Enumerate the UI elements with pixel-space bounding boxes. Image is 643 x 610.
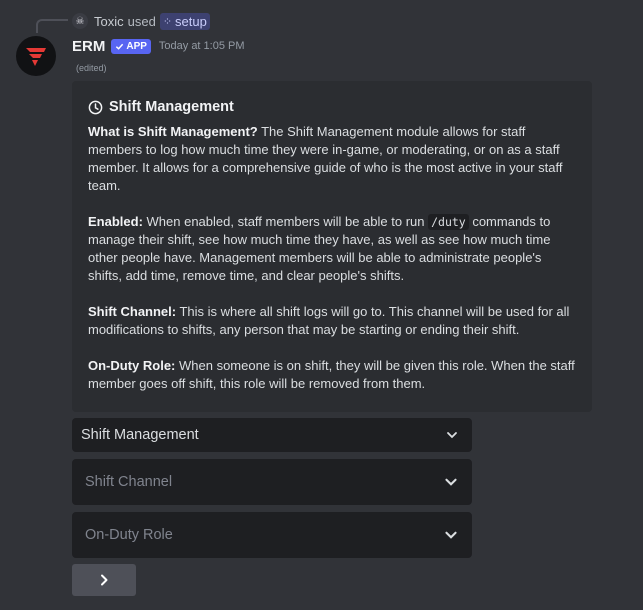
reply-connector xyxy=(36,19,68,33)
shift-channel-select[interactable]: Shift Channel xyxy=(72,459,472,505)
section-label: On-Duty Role: xyxy=(88,358,176,373)
duty-command-code: /duty xyxy=(428,214,469,230)
clock-icon xyxy=(88,100,103,114)
embed-description: What is Shift Management? The Shift Mana… xyxy=(88,123,576,393)
section-shift-channel: Shift Channel: This is where all shift l… xyxy=(88,303,576,339)
shift-channel-placeholder: Shift Channel xyxy=(85,474,173,490)
chevron-down-icon xyxy=(443,474,459,490)
section-text: When enabled, staff members will be able… xyxy=(142,214,429,229)
discord-message-view: ☠ Toxic used ⁘ setup ERM APP Today at 1:… xyxy=(0,0,643,610)
section-on-duty-role: On-Duty Role: When someone is on shift, … xyxy=(88,357,576,393)
reply-context[interactable]: ☠ Toxic used ⁘ setup xyxy=(72,11,210,31)
verified-check-icon xyxy=(116,43,124,50)
section-label: What is Shift Management? xyxy=(88,124,258,139)
command-icon: ⁘ xyxy=(162,15,173,28)
message-timestamp[interactable]: Today at 1:05 PM xyxy=(159,40,245,52)
chevron-down-icon xyxy=(443,527,459,543)
slash-command-name: setup xyxy=(175,13,207,29)
reply-user-avatar[interactable]: ☠ xyxy=(72,13,88,29)
app-badge: APP xyxy=(111,38,151,54)
message-header: ERM APP Today at 1:05 PM xyxy=(72,36,245,56)
author-username[interactable]: ERM xyxy=(72,38,105,55)
on-duty-role-select[interactable]: On-Duty Role xyxy=(72,512,472,558)
author-avatar[interactable] xyxy=(16,36,56,76)
reply-username[interactable]: Toxic xyxy=(94,14,124,29)
section-label: Enabled: xyxy=(88,214,143,229)
app-badge-label: APP xyxy=(126,40,147,52)
slash-command-chip[interactable]: ⁘ setup xyxy=(159,12,210,30)
section-label: Shift Channel: xyxy=(88,304,177,319)
embed-card: Shift Management What is Shift Managemen… xyxy=(72,81,592,412)
erm-logo-icon xyxy=(26,48,46,66)
next-button[interactable] xyxy=(72,564,136,596)
module-select-value: Shift Management xyxy=(81,427,199,443)
on-duty-role-placeholder: On-Duty Role xyxy=(85,527,173,543)
edited-indicator: (edited) xyxy=(76,63,107,73)
chevron-down-icon xyxy=(445,428,459,442)
module-select[interactable]: Shift Management xyxy=(72,418,472,452)
embed-title-text: Shift Management xyxy=(109,99,234,115)
embed-title: Shift Management xyxy=(88,97,576,117)
reply-used-text: used xyxy=(127,13,156,29)
chevron-right-icon xyxy=(101,574,108,586)
section-enabled: Enabled: When enabled, staff members wil… xyxy=(88,213,576,285)
section-what-is: What is Shift Management? The Shift Mana… xyxy=(88,123,576,195)
